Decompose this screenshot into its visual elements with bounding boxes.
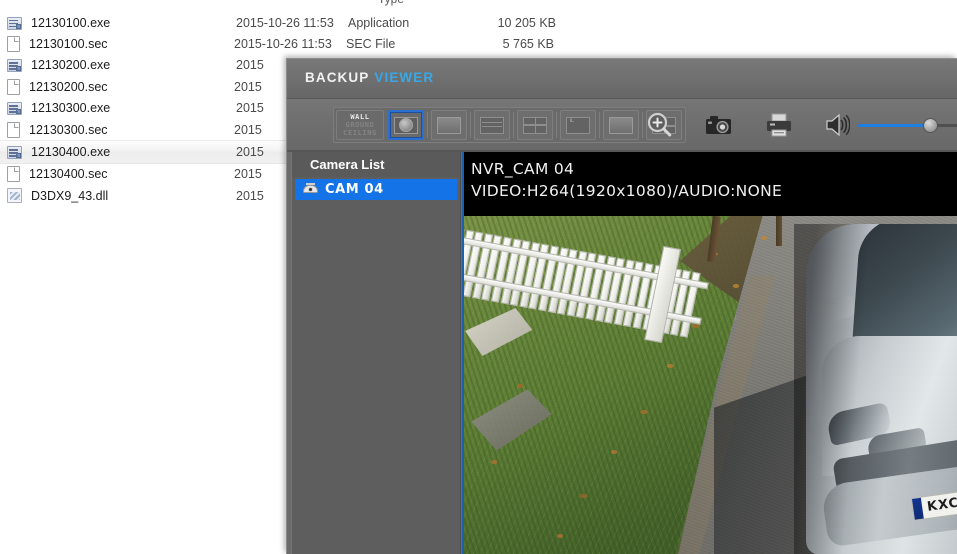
file-name: 12130100.exe (31, 15, 111, 30)
brand-word-backup: BACKUP (305, 70, 370, 85)
single-pane-icon (437, 116, 461, 134)
fisheye-view-button[interactable] (388, 110, 424, 140)
app-brand: BACKUP VIEWER (305, 70, 434, 85)
camera-icon (706, 116, 731, 134)
mount-mode-wall-label: WALL (350, 113, 370, 121)
circle-quad-icon (566, 116, 590, 134)
quad-grid-icon (523, 116, 547, 134)
layout-button-group: WALL GROUND CEILING (333, 107, 686, 143)
volume-slider[interactable] (858, 118, 957, 133)
snapshot-button[interactable] (704, 110, 734, 140)
file-name: 12130100.sec (29, 37, 108, 52)
camera-list-title: Camera List (292, 152, 460, 177)
dome-camera-icon (303, 183, 318, 196)
picket-fence (464, 222, 714, 456)
doc-file-icon (7, 36, 20, 53)
file-size: 10 205 KB (497, 15, 556, 30)
exe-file-icon (7, 59, 22, 73)
parked-car: KXC (794, 224, 957, 554)
viewer-body: Camera List CAM 04 NVR_CAM 04 VIDEO:H264… (287, 152, 957, 554)
viewer-toolbar: WALL GROUND CEILING (287, 99, 957, 152)
doc-file-icon (7, 166, 20, 183)
osd-camera-name: NVR_CAM 04 (471, 160, 575, 178)
speaker-icon (826, 113, 851, 137)
print-button[interactable] (764, 110, 794, 140)
wide-view-button[interactable] (603, 110, 639, 140)
column-header-type[interactable]: Type (378, 0, 404, 6)
printer-icon (767, 113, 791, 137)
volume-fill (858, 123, 930, 127)
camera-list-item[interactable]: CAM 04 (295, 179, 457, 200)
osd-stream-info: VIDEO:H264(1920x1080)/AUDIO:NONE (471, 182, 783, 200)
file-name: 12130400.sec (29, 167, 108, 182)
viewer-titlebar: BACKUP VIEWER (287, 59, 957, 99)
file-type: SEC File (346, 37, 396, 52)
file-row[interactable]: 12130100.exe 2015-10-26 11:53 Application 1… (0, 12, 957, 33)
wide-pane-icon (609, 116, 633, 134)
tool-button-group (644, 107, 957, 143)
exe-file-icon (7, 16, 22, 30)
volume-track[interactable] (858, 118, 957, 133)
zoom-in-icon (647, 112, 672, 137)
file-date: 2015-10-26 11:53 (234, 37, 332, 52)
mute-button[interactable] (824, 110, 851, 140)
mount-mode-ceiling-label: CEILING (343, 129, 377, 137)
mount-mode-ground-label: GROUND (345, 121, 375, 129)
brand-word-viewer: VIEWER (374, 70, 435, 85)
file-name: 12130200.exe (31, 58, 111, 73)
doc-file-icon (7, 121, 20, 138)
file-name: D3DX9_43.dll (31, 188, 109, 203)
toolbar-divider (470, 112, 471, 138)
video-scene-image: KXC (464, 216, 957, 554)
quad-view-button[interactable] (517, 110, 553, 140)
video-osd-overlay: NVR_CAM 04 VIDEO:H264(1920x1080)/AUDIO:N… (464, 152, 957, 216)
toolbar-divider (513, 112, 514, 138)
dll-file-icon (7, 188, 22, 204)
file-name: 12130300.exe (31, 101, 111, 116)
toolbar-divider (427, 112, 428, 138)
mount-mode-button[interactable]: WALL GROUND CEILING (336, 110, 384, 140)
camera-label: CAM 04 (325, 182, 384, 197)
split-rows-view-button[interactable] (474, 110, 510, 140)
zoom-in-button[interactable] (644, 110, 674, 140)
exe-file-icon (7, 102, 22, 116)
file-type: Application (348, 15, 410, 30)
tree-trunk (776, 216, 782, 246)
volume-knob[interactable] (923, 118, 939, 133)
video-pane[interactable]: NVR_CAM 04 VIDEO:H264(1920x1080)/AUDIO:N… (462, 152, 957, 554)
file-row[interactable]: 12130100.sec 2015-10-26 11:53 SEC File 5 76… (0, 33, 957, 54)
toolbar-divider (599, 112, 600, 138)
doc-file-icon (7, 78, 20, 95)
camera-list-panel: Camera List CAM 04 (291, 152, 461, 554)
file-name: 12130400.exe (31, 145, 111, 160)
fisheye-icon (394, 116, 418, 134)
single-view-button[interactable] (431, 110, 467, 140)
three-rows-icon (480, 116, 504, 134)
exe-file-icon (7, 146, 22, 160)
camera-rows[interactable]: CAM 04 (292, 179, 460, 200)
toolbar-divider (642, 112, 643, 138)
circle-quad-view-button[interactable] (560, 110, 596, 140)
file-size: 5 765 KB (502, 37, 554, 52)
file-name: 12130300.sec (29, 122, 108, 137)
file-date: 2015-10-26 11:53 (236, 15, 334, 30)
toolbar-divider (556, 112, 557, 138)
backup-viewer-window: BACKUP VIEWER WALL GROUND CEILING Camera… (286, 58, 957, 554)
file-name: 12130200.sec (29, 79, 108, 94)
